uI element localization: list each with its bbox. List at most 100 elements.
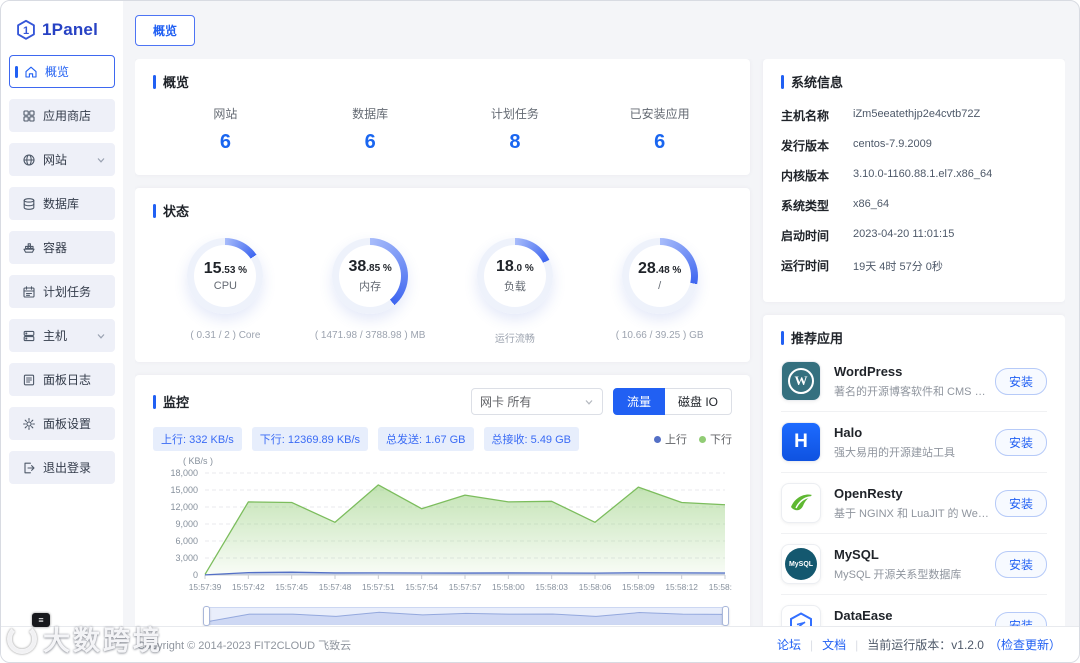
app-row-openresty: OpenResty 基于 NGINX 和 LuaJIT 的 Web 平台 安装	[781, 473, 1047, 534]
install-button[interactable]: 安装	[994, 489, 1047, 517]
app-description: 基于 NGINX 和 LuaJIT 的 Web 平台	[834, 507, 994, 520]
svg-text:15:57:42: 15:57:42	[232, 582, 265, 592]
tab-overview[interactable]: 概览	[135, 15, 196, 46]
svg-text:15:58:12: 15:58:12	[665, 582, 698, 592]
system-info-value: centos-7.9.2009	[853, 138, 932, 150]
stat-value[interactable]: 8	[443, 131, 588, 154]
stat-value[interactable]: 6	[153, 131, 298, 154]
system-info-label: 主机名称	[781, 109, 830, 123]
sidebar-item-cronjob[interactable]: 计划任务	[9, 275, 115, 308]
svg-text:6,000: 6,000	[175, 536, 198, 546]
svg-text:15:57:39: 15:57:39	[189, 582, 222, 592]
sidebar-item-container[interactable]: 容器	[9, 231, 115, 264]
forum-link[interactable]: 论坛	[777, 636, 801, 653]
sidebar-item-label: 面板设置	[43, 417, 92, 431]
svg-text:15:57:51: 15:57:51	[362, 582, 395, 592]
system-info-row: 运行时间 19天 4时 57分 0秒	[781, 257, 1047, 274]
overview-card: 概览 网站 6 数据库 6 计划任务 8 已安装应用 6	[135, 59, 750, 175]
overview-card-title: 概览	[153, 72, 732, 91]
app-window: 1 1Panel 概览 应用商店 网站 数据库 容器 计划任务 主机 面板日志 …	[0, 0, 1080, 663]
gauge-sub-text: 运行流畅	[494, 334, 535, 345]
app-description: MySQL 开源关系型数据库	[834, 568, 962, 581]
docs-link[interactable]: 文档	[822, 636, 846, 653]
logs-icon	[22, 373, 36, 387]
copyright-text: Copyright © 2014-2023 FIT2CLOUD 飞致云	[137, 639, 352, 652]
dataease-icon	[781, 605, 821, 626]
network-card-select[interactable]: 网卡 所有	[470, 388, 603, 415]
system-info-row: 内核版本 3.10.0-1160.88.1.el7.x86_64	[781, 167, 1047, 184]
install-button[interactable]: 安装	[994, 611, 1047, 626]
system-info-value: x86_64	[853, 198, 890, 210]
sidebar-item-settings[interactable]: 面板设置	[9, 407, 115, 440]
traffic-badges: 上行: 332 KB/s 下行: 12369.89 KB/s 总发送: 1.67 G…	[153, 427, 589, 451]
traffic-badge: 总发送: 1.67 GB	[378, 427, 474, 451]
sidebar-item-label: 计划任务	[43, 285, 92, 299]
stat-value[interactable]: 6	[298, 131, 443, 154]
check-update-link[interactable]: （检查更新）	[989, 636, 1061, 653]
system-info-rows: 主机名称 iZm5eeatethjp2e4cvtb72Z 发行版本 centos-…	[781, 95, 1047, 274]
install-button[interactable]: 安装	[994, 367, 1047, 395]
gauge-sub-text: ( 10.66 / 39.25 ) GB	[615, 330, 704, 341]
legend-dot	[699, 435, 706, 443]
sidebar-item-label: 容器	[43, 241, 68, 255]
traffic-button[interactable]: 流量	[612, 388, 665, 415]
system-info-value: 19天 4时 57分 0秒	[853, 261, 943, 273]
home-icon	[24, 65, 38, 79]
disk-io-button[interactable]: 磁盘 IO	[664, 388, 732, 415]
stat-label: 计划任务	[490, 107, 539, 121]
stat-label: 已安装应用	[629, 107, 690, 121]
svg-text:( KB/s ): ( KB/s )	[183, 456, 213, 466]
slider-left-handle[interactable]	[203, 606, 210, 626]
app-name: OpenResty	[834, 485, 903, 501]
legend-item-上行[interactable]: 上行	[654, 431, 687, 447]
traffic-chart: ( KB/s ) 0 3,000 6,000 9,000 12,000 15,000 18,0…	[153, 453, 732, 605]
system-info-value: 2023-04-20 11:01:15	[853, 228, 955, 240]
gauge-/: 28.48 % / ( 10.66 / 39.25 ) GB	[587, 238, 732, 345]
svg-text:15:58:15: 15:58:15	[709, 582, 732, 592]
stat-item: 计划任务 8	[443, 105, 588, 154]
sidebar-item-logout[interactable]: 退出登录	[9, 451, 115, 484]
stat-item: 已安装应用 6	[587, 105, 732, 154]
system-info-card: 系统信息 主机名称 iZm5eeatethjp2e4cvtb72Z 发行版本 ce…	[763, 59, 1065, 302]
gauge-label: 内存	[359, 281, 382, 294]
svg-text:15:58:09: 15:58:09	[622, 582, 655, 592]
legend-item-下行[interactable]: 下行	[699, 431, 732, 447]
sidebar-item-home[interactable]: 概览	[9, 55, 115, 88]
gauge-内存: 38.85 % 内存 ( 1471.98 / 3788.98 ) MB	[298, 238, 443, 345]
sidebar-item-website[interactable]: 网站	[9, 143, 115, 176]
halo-icon: H	[781, 422, 821, 462]
sidebar-item-database[interactable]: 数据库	[9, 187, 115, 220]
slider-wave	[206, 611, 726, 624]
svg-text:12,000: 12,000	[170, 502, 198, 512]
database-icon	[22, 197, 36, 211]
stat-value[interactable]: 6	[587, 131, 732, 154]
gauge-value: 28.48 %	[637, 259, 682, 277]
install-button[interactable]: 安装	[994, 428, 1047, 456]
svg-text:15:58:03: 15:58:03	[535, 582, 568, 592]
sidebar-item-host[interactable]: 主机	[9, 319, 115, 352]
sidebar-item-label: 网站	[43, 153, 68, 167]
version-text: 当前运行版本：v1.2.0	[867, 638, 984, 652]
install-button[interactable]: 安装	[994, 550, 1047, 578]
app-list: W WordPress 著名的开源博客软件和 CMS 系统 安装 H Halo 强…	[781, 351, 1047, 626]
traffic-badge: 上行: 332 KB/s	[153, 427, 242, 451]
sidebar-item-label: 概览	[45, 65, 70, 79]
gauge-value: 18.0 %	[495, 257, 534, 275]
app-row-wordpress: W WordPress 著名的开源博客软件和 CMS 系统 安装	[781, 351, 1047, 412]
chart-zoom-slider[interactable]	[203, 606, 729, 626]
status-card: 状态 15.53 % CPU ( 0.31 / 2 ) Core 38.85 %…	[135, 188, 750, 362]
app-row-dataease: DataEase 人人可用的开源数据可视化分析工具 安装	[781, 595, 1047, 626]
app-description: 著名的开源博客软件和 CMS 系统	[834, 385, 994, 398]
legend-dot	[654, 435, 661, 443]
chevron-down-icon	[584, 397, 594, 407]
monitor-card-title: 监控	[153, 392, 189, 411]
sidebar-item-logs[interactable]: 面板日志	[9, 363, 115, 396]
logout-icon	[22, 461, 36, 475]
gauge-ring: 28.48 % /	[621, 238, 698, 314]
traffic-badge: 总接收: 5.49 GB	[483, 427, 580, 451]
sidebar-item-label: 应用商店	[43, 109, 92, 123]
slider-right-handle[interactable]	[722, 606, 729, 626]
sidebar: 1 1Panel 概览 应用商店 网站 数据库 容器 计划任务 主机 面板日志 …	[1, 1, 123, 626]
gauge-value: 38.85 %	[348, 257, 392, 275]
sidebar-item-appstore[interactable]: 应用商店	[9, 99, 115, 132]
